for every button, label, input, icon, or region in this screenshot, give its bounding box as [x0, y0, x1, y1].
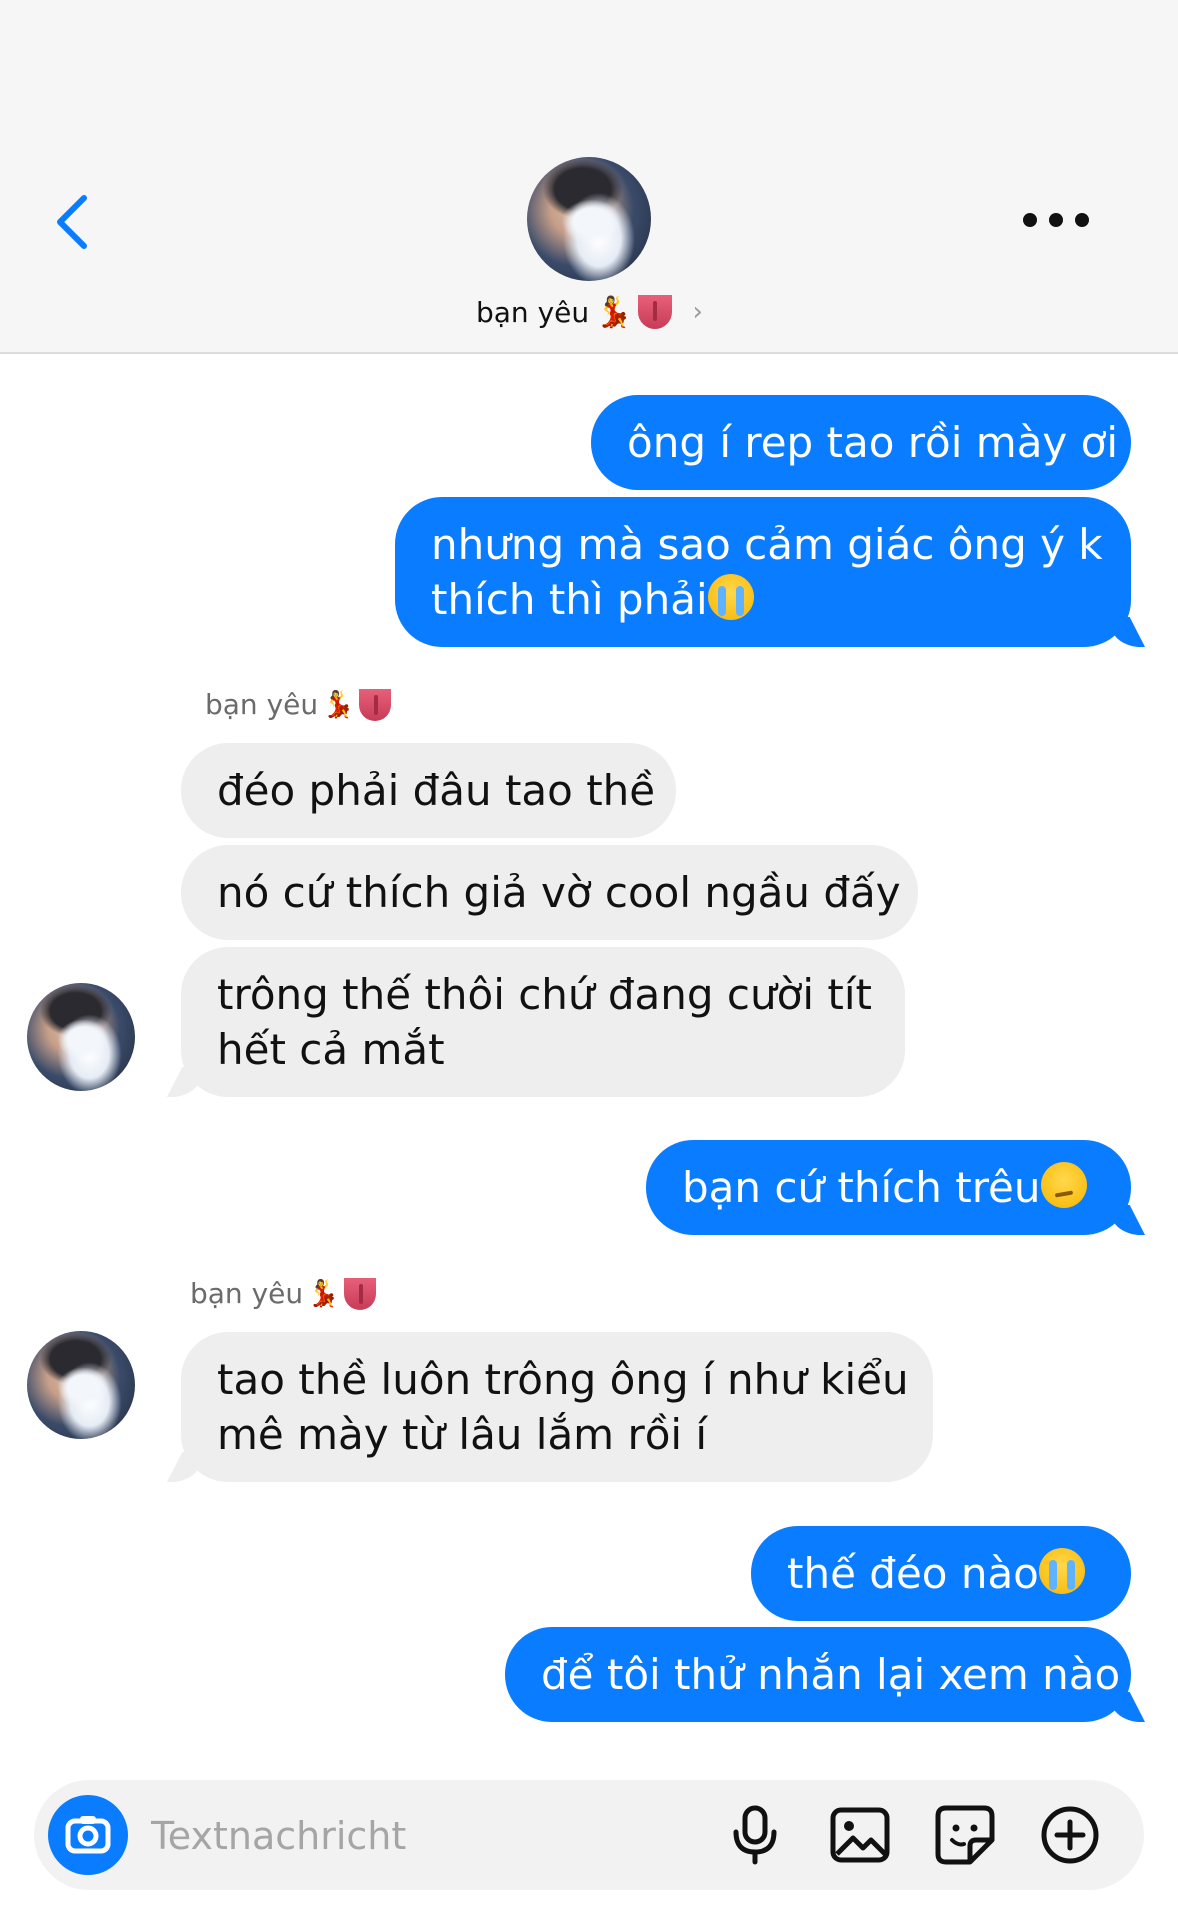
message-text: thế đéo nào [787, 1549, 1039, 1598]
message-text-line: trông thế thôi chứ đang cười tít [217, 970, 872, 1019]
back-chevron-icon [57, 195, 87, 249]
message-bubble-incoming[interactable]: tao thề luôn trông ông í như kiểu mê mày… [181, 1332, 933, 1482]
message-text: để tôi thử nhắn lại xem nào [541, 1650, 1121, 1699]
message-bubble-outgoing[interactable]: thế đéo nào [751, 1526, 1131, 1621]
crying-face-icon [1038, 1548, 1085, 1594]
dancer-emoji: 💃 [595, 294, 633, 330]
message-input[interactable] [149, 1805, 693, 1867]
crying-face-icon [707, 574, 754, 620]
plus-circle-icon [1041, 1806, 1099, 1864]
message-bubble-outgoing[interactable]: bạn cứ thích trêu [646, 1140, 1131, 1235]
contact-avatar-small[interactable] [27, 1331, 135, 1439]
message-text-line: nhưng mà sao cảm giác ông ý k [431, 520, 1103, 569]
contact-avatar[interactable] [527, 157, 651, 281]
sender-name: bạn yêu 💃 [205, 688, 391, 721]
chevron-right-icon: › [692, 297, 703, 327]
tongue-emoji-icon [358, 688, 391, 721]
message-text-line: hết cả mắt [217, 1025, 445, 1074]
message-bubble-outgoing[interactable]: nhưng mà sao cảm giác ông ý k thích thì … [395, 497, 1131, 647]
message-text: ông í rep tao rồi mày ơi [627, 418, 1118, 467]
message-bubble-incoming[interactable]: nó cứ thích giả vờ cool ngầu đấy [181, 845, 918, 940]
dancer-emoji: 💃 [322, 689, 355, 720]
message-bubble-outgoing[interactable]: để tôi thử nhắn lại xem nào [505, 1627, 1131, 1722]
gallery-button[interactable] [827, 1802, 893, 1868]
tongue-emoji-icon [343, 1277, 376, 1310]
lying-face-icon [1040, 1162, 1087, 1208]
contact-avatar-small[interactable] [27, 983, 135, 1091]
voice-button[interactable] [722, 1802, 788, 1868]
message-text: bạn cứ thích trêu [682, 1163, 1041, 1212]
camera-button[interactable] [48, 1795, 128, 1875]
sticker-icon [935, 1805, 995, 1865]
message-text: nó cứ thích giả vờ cool ngầu đấy [217, 868, 901, 917]
more-dots-icon [1023, 213, 1089, 227]
message-composer [34, 1780, 1144, 1890]
tongue-emoji-icon [638, 295, 673, 329]
conversation-header: bạn yêu 💃 › [0, 0, 1178, 354]
sender-name-label: bạn yêu [205, 688, 319, 721]
message-text: đéo phải đâu tao thề [217, 766, 656, 815]
message-bubble-incoming[interactable]: đéo phải đâu tao thề [181, 743, 676, 838]
message-text-line: thích thì phải [431, 575, 708, 624]
image-icon [830, 1807, 890, 1863]
sender-name-label: bạn yêu [190, 1277, 304, 1310]
contact-name-label: bạn yêu [476, 295, 590, 329]
back-button[interactable] [50, 192, 100, 252]
message-text-line: mê mày từ lâu lắm rồi í [217, 1410, 708, 1459]
message-bubble-incoming[interactable]: trông thế thôi chứ đang cười tít hết cả … [181, 947, 905, 1097]
camera-icon [65, 1816, 111, 1854]
contact-name-button[interactable]: bạn yêu 💃 › [476, 292, 703, 332]
dancer-emoji: 💃 [307, 1278, 340, 1309]
more-options-button[interactable] [1010, 200, 1100, 240]
message-text-line: tao thề luôn trông ông í như kiểu [217, 1355, 909, 1404]
more-actions-button[interactable] [1037, 1802, 1103, 1868]
sender-name: bạn yêu 💃 [190, 1277, 376, 1310]
sticker-button[interactable] [932, 1802, 998, 1868]
microphone-icon [733, 1805, 777, 1865]
message-bubble-outgoing[interactable]: ông í rep tao rồi mày ơi [591, 395, 1131, 490]
